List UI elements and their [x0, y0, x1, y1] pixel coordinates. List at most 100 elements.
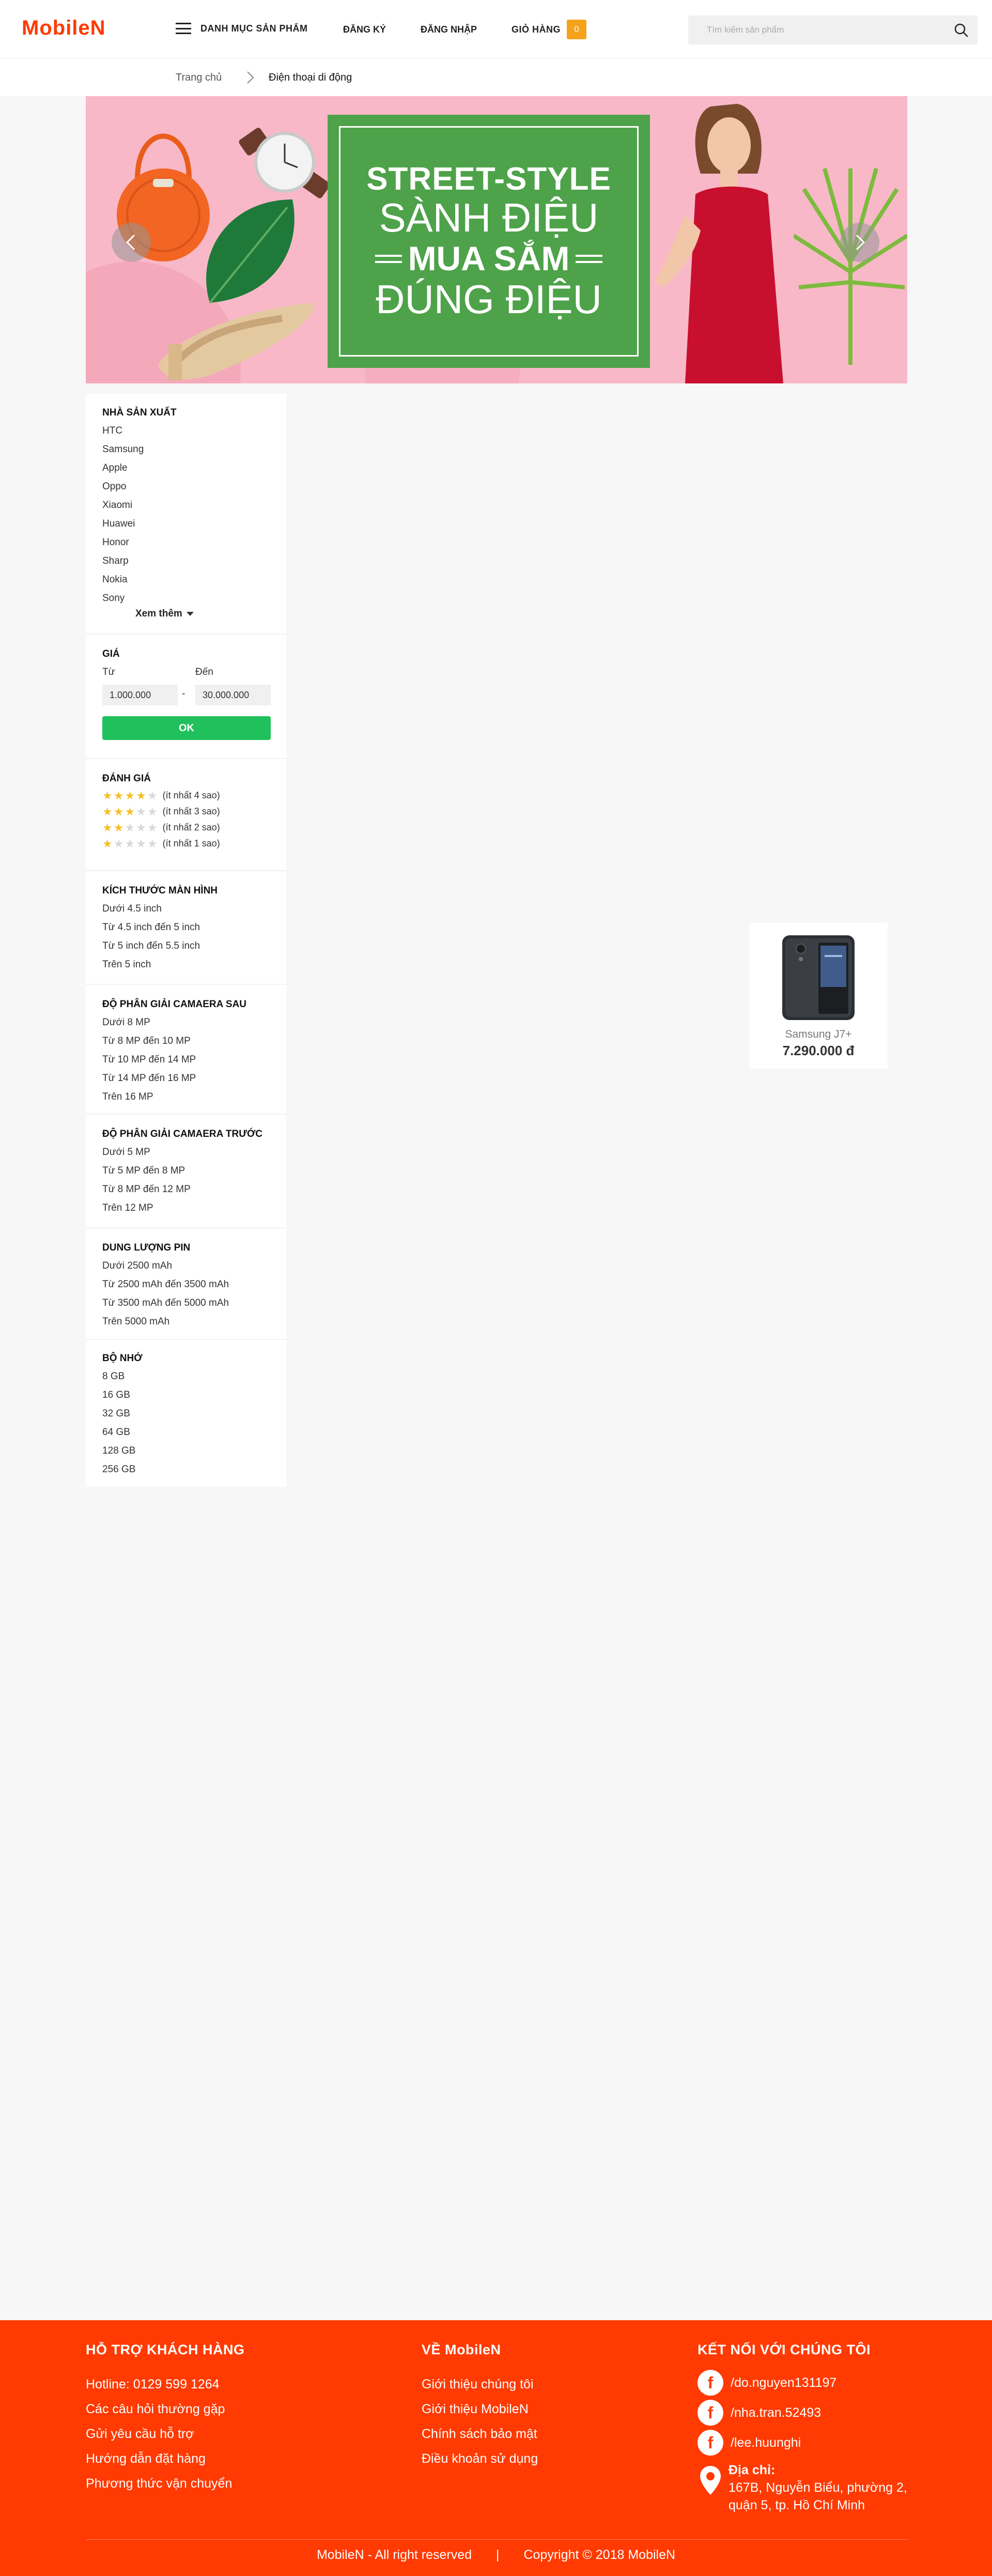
footer-link[interactable]: Chính sách bảo mật: [422, 2427, 537, 2442]
search-icon[interactable]: [954, 23, 968, 37]
footer-link[interactable]: Điều khoản sử dụng: [422, 2451, 538, 2466]
filter-option[interactable]: Honor: [102, 533, 271, 552]
breadcrumb-home-link[interactable]: Trang chủ: [176, 72, 222, 84]
filter-option[interactable]: 128 GB: [102, 1442, 271, 1460]
filter-front-camera: ĐỘ PHÂN GIẢI CAMAERA TRƯỚC Dưới 5 MP Từ …: [102, 1125, 271, 1217]
address-label: Địa chỉ:: [729, 2463, 776, 2477]
breadcrumb-current: Điện thoại di động: [269, 72, 352, 83]
footer-link[interactable]: Hotline: 0129 599 1264: [86, 2377, 220, 2392]
chevron-left-icon: [126, 234, 135, 251]
show-more-label: Xem thêm: [135, 608, 182, 619]
rating-label: (ít nhất 1 sao): [162, 838, 220, 849]
footer: HỖ TRỢ KHÁCH HÀNG Hotline: 0129 599 1264…: [0, 2320, 992, 2576]
banner-prev-button[interactable]: [112, 223, 151, 262]
footer-divider: [86, 2539, 907, 2540]
filter-option[interactable]: Trên 5 inch: [102, 955, 271, 974]
price-to-input[interactable]: [195, 685, 271, 705]
filter-option[interactable]: Từ 4.5 inch đến 5 inch: [102, 918, 271, 937]
filter-title: ĐỘ PHÂN GIẢI CAMAERA TRƯỚC: [102, 1129, 262, 1139]
filter-title: KÍCH THƯỚC MÀN HÌNH: [102, 885, 218, 896]
rating-option[interactable]: ★★★★★ (ít nhất 1 sao): [102, 836, 271, 852]
filter-option[interactable]: Từ 2500 mAh đến 3500 mAh: [102, 1275, 271, 1294]
filter-option[interactable]: Oppo: [102, 477, 271, 496]
filter-rating: ĐÁNH GIÁ ★★★★★ (ít nhất 4 sao) ★★★★★ (ít nh…: [102, 770, 271, 852]
filter-option[interactable]: 16 GB: [102, 1386, 271, 1405]
rating-option[interactable]: ★★★★★ (ít nhất 4 sao): [102, 788, 271, 804]
price-from-input[interactable]: [102, 685, 178, 705]
footer-link[interactable]: Các câu hỏi thường gặp: [86, 2402, 225, 2417]
filter-option[interactable]: Xiaomi: [102, 496, 271, 515]
filter-option[interactable]: Dưới 8 MP: [102, 1013, 271, 1032]
filter-option[interactable]: Dưới 5 MP: [102, 1143, 271, 1162]
filter-option[interactable]: Sony: [102, 589, 271, 608]
promo-banner[interactable]: STREET-STYLE SÀNH ĐIỆU MUA SẮM ĐÚNG ĐIỆU: [86, 96, 907, 383]
filter-option[interactable]: Samsung: [102, 440, 271, 459]
facebook-icon: f: [698, 2400, 723, 2426]
divider: [86, 1114, 286, 1115]
show-more-button[interactable]: Xem thêm: [135, 608, 194, 620]
model-image: [654, 104, 783, 383]
star-rating-icon: ★★★★★: [102, 821, 159, 834]
filter-option[interactable]: Từ 5 inch đến 5.5 inch: [102, 937, 271, 955]
filter-option[interactable]: Từ 8 MP đến 10 MP: [102, 1032, 271, 1051]
star-rating-icon: ★★★★★: [102, 837, 159, 850]
footer-about-title: VỀ MobileN: [422, 2342, 501, 2357]
filter-option[interactable]: HTC: [102, 422, 271, 440]
filter-option[interactable]: Apple: [102, 459, 271, 477]
filter-title: ĐÁNH GIÁ: [102, 773, 151, 784]
cart-count-badge: 0: [567, 20, 587, 39]
facebook-link[interactable]: f /lee.huunghi: [698, 2430, 801, 2456]
filter-option[interactable]: Dưới 4.5 inch: [102, 900, 271, 918]
filter-option[interactable]: 32 GB: [102, 1405, 271, 1423]
search-box: [688, 16, 978, 44]
filter-manufacturer: NHÀ SẢN XUẤT HTC Samsung Apple Oppo Xiao…: [102, 404, 271, 608]
palm-leaf-image: [794, 167, 907, 365]
site-logo[interactable]: MobileN: [22, 17, 106, 40]
footer-separator: |: [496, 2548, 500, 2562]
filter-option[interactable]: Từ 14 MP đến 16 MP: [102, 1069, 271, 1088]
price-from-label: Từ: [102, 667, 115, 677]
filter-option[interactable]: Huawei: [102, 515, 271, 533]
footer-link[interactable]: Phương thức vận chuyển: [86, 2476, 232, 2491]
divider: [86, 1339, 286, 1340]
login-link[interactable]: ĐĂNG NHẬP: [421, 24, 477, 35]
filter-option[interactable]: Từ 10 MP đến 14 MP: [102, 1051, 271, 1069]
footer-support-title: HỖ TRỢ KHÁCH HÀNG: [86, 2342, 245, 2357]
filter-option[interactable]: Từ 5 MP đến 8 MP: [102, 1162, 271, 1180]
location-pin-icon: [700, 2466, 721, 2495]
filter-option[interactable]: Nokia: [102, 570, 271, 589]
price-ok-button[interactable]: OK: [102, 716, 271, 740]
register-link[interactable]: ĐĂNG KÝ: [343, 24, 386, 35]
filter-option[interactable]: 64 GB: [102, 1423, 271, 1442]
footer-link[interactable]: Giới thiệu MobileN: [422, 2402, 529, 2417]
address-line-2: quận 5, tp. Hồ Chí Minh: [729, 2498, 865, 2512]
footer-link[interactable]: Hướng dẫn đặt hàng: [86, 2451, 206, 2466]
filter-option[interactable]: Dưới 2500 mAh: [102, 1257, 271, 1275]
breadcrumb: Trang chủ Điện thoại di động: [0, 58, 992, 96]
cart-button[interactable]: GIỎ HÀNG 0: [512, 20, 587, 39]
footer-link[interactable]: Giới thiệu chúng tôi: [422, 2377, 534, 2392]
filter-option[interactable]: Từ 8 MP đến 12 MP: [102, 1180, 271, 1199]
filter-title: BỘ NHỚ: [102, 1353, 143, 1364]
facebook-link[interactable]: f /do.nguyen131197: [698, 2370, 836, 2396]
sandal-image: [158, 303, 314, 380]
product-image: [782, 935, 855, 1020]
filter-option[interactable]: Trên 12 MP: [102, 1199, 271, 1217]
filter-option[interactable]: Trên 16 MP: [102, 1088, 271, 1106]
filter-option[interactable]: 256 GB: [102, 1460, 271, 1479]
product-price: 7.290.000 đ: [782, 1043, 855, 1058]
divider: [86, 758, 286, 759]
star-rating-icon: ★★★★★: [102, 789, 159, 802]
search-input[interactable]: [688, 16, 941, 44]
product-card[interactable]: Samsung J7+ 7.290.000 đ: [749, 923, 888, 1069]
filter-option[interactable]: Trên 5000 mAh: [102, 1313, 271, 1331]
filter-option[interactable]: 8 GB: [102, 1367, 271, 1386]
rating-option[interactable]: ★★★★★ (ít nhất 3 sao): [102, 804, 271, 820]
rating-option[interactable]: ★★★★★ (ít nhất 2 sao): [102, 820, 271, 836]
category-menu-button[interactable]: DANH MỤC SẢN PHẨM: [176, 23, 308, 34]
banner-next-button[interactable]: [840, 223, 879, 262]
filter-option[interactable]: Từ 3500 mAh đến 5000 mAh: [102, 1294, 271, 1313]
filter-option[interactable]: Sharp: [102, 552, 271, 570]
facebook-link[interactable]: f /nha.tran.52493: [698, 2400, 821, 2426]
footer-link[interactable]: Gửi yêu cầu hỗ trợ: [86, 2427, 194, 2442]
